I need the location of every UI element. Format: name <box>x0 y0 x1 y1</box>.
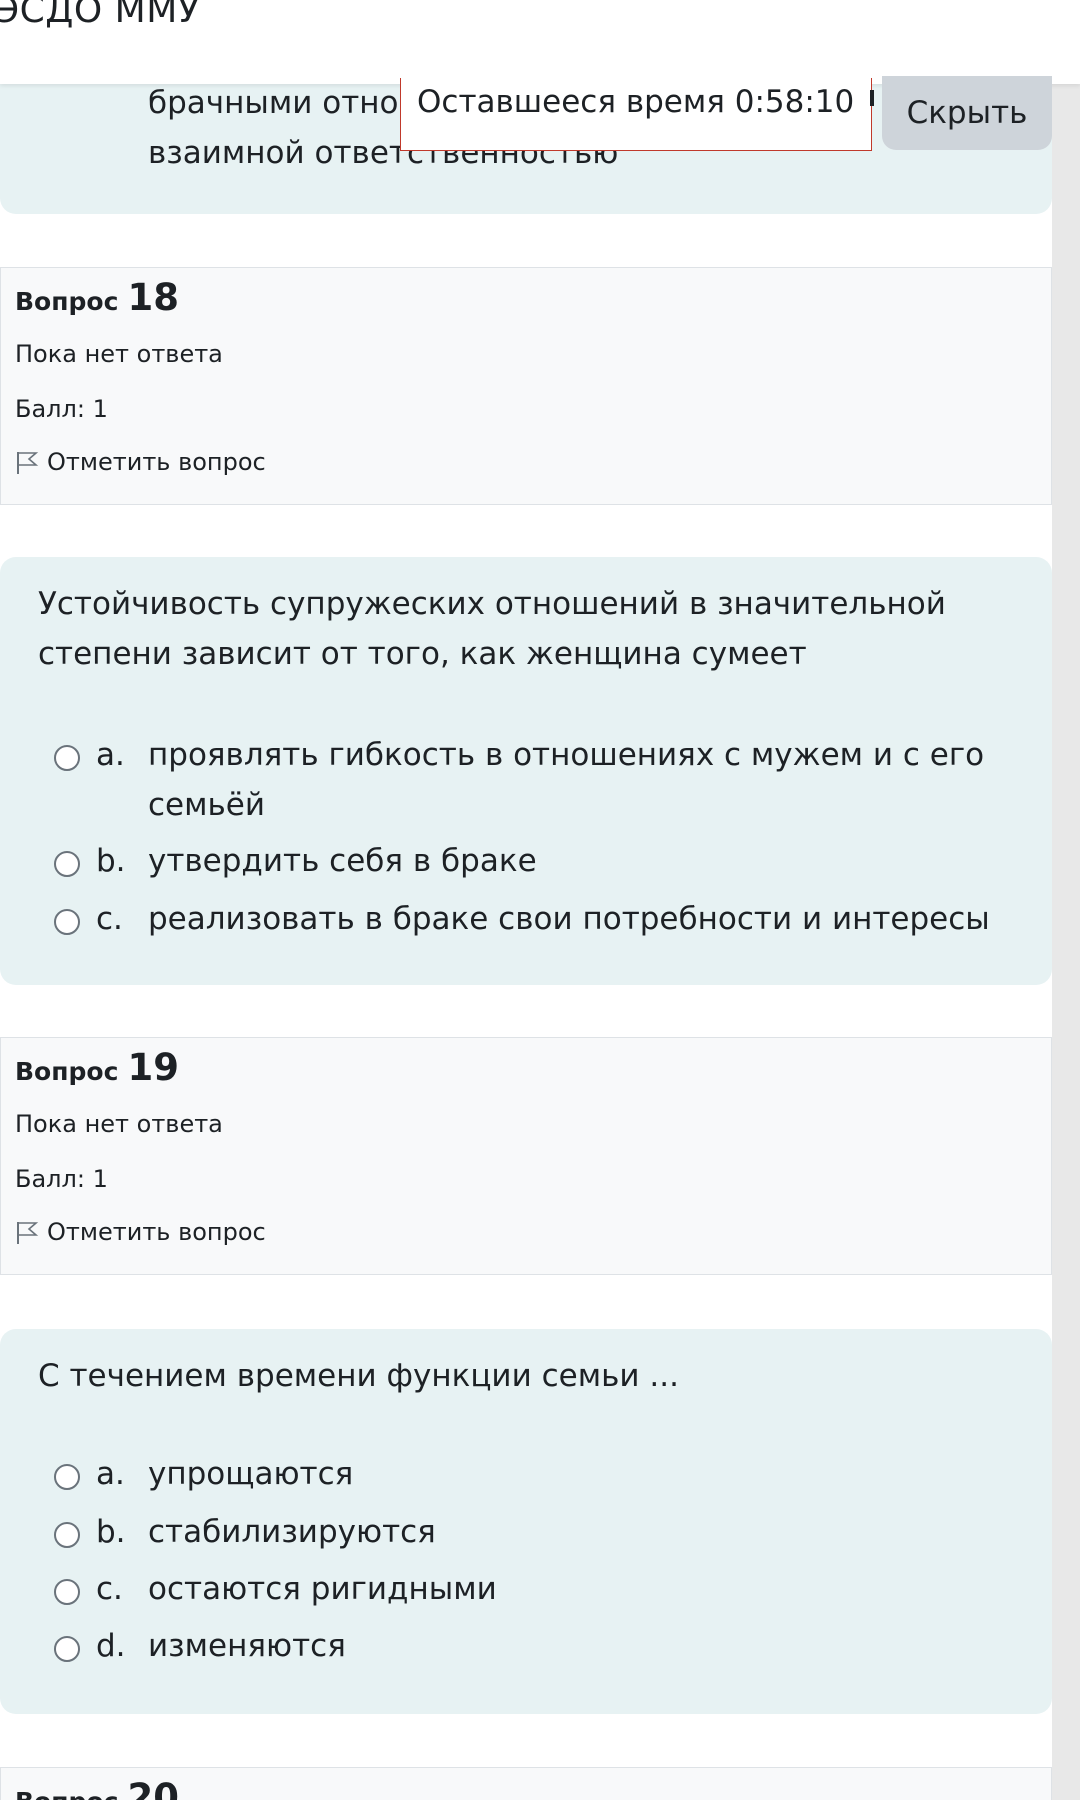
radio-unchecked-icon[interactable] <box>54 909 80 935</box>
hide-timer-button[interactable]: Скрыть <box>882 76 1052 150</box>
flag-icon <box>17 452 39 474</box>
radio-unchecked-icon[interactable] <box>54 851 80 877</box>
question-18-content: Устойчивость супружеских отношений в зна… <box>0 557 1052 985</box>
question-19-info: Вопрос 19 Пока нет ответа Балл: 1 Отмети… <box>0 1037 1052 1275</box>
timer-text: Оставшееся время 0:58:10 <box>417 84 855 120</box>
radio-unchecked-icon[interactable] <box>54 1522 80 1548</box>
question-19-text: С течением времени функции семьи ... <box>38 1358 679 1394</box>
radio-unchecked-icon[interactable] <box>54 745 80 771</box>
top-navbar: ЭСДО ММУ <box>0 0 1080 84</box>
radio-unchecked-icon[interactable] <box>54 1464 80 1490</box>
site-title[interactable]: ЭСДО ММУ <box>0 0 200 31</box>
question-18-info: Вопрос 18 Пока нет ответа Балл: 1 Отмети… <box>0 267 1052 505</box>
question-18-status: Пока нет ответа <box>15 340 223 368</box>
question-20-info: Вопрос 20 <box>0 1767 1052 1800</box>
question-20-heading: Вопрос 20 <box>15 1776 179 1800</box>
question-18-heading: Вопрос 18 <box>15 276 179 319</box>
question-19-heading: Вопрос 19 <box>15 1046 179 1089</box>
flag-icon <box>17 1222 39 1244</box>
scrollbar-thumb[interactable] <box>1052 84 1080 1800</box>
question-19-status: Пока нет ответа <box>15 1110 223 1138</box>
question-19-flag-link[interactable]: Отметить вопрос <box>15 1218 266 1246</box>
flag-label: Отметить вопрос <box>47 448 266 476</box>
quiz-timer: Оставшееся время 0:58:10 <box>400 78 872 151</box>
question-19-grade: Балл: 1 <box>15 1165 108 1193</box>
flag-label: Отметить вопрос <box>47 1218 266 1246</box>
radio-unchecked-icon[interactable] <box>54 1579 80 1605</box>
question-18-flag-link[interactable]: Отметить вопрос <box>15 448 266 476</box>
scrollbar-track[interactable] <box>1052 84 1080 1800</box>
timer-divider <box>870 90 874 106</box>
question-19-content: С течением времени функции семьи ... a. … <box>0 1329 1052 1714</box>
question-18-grade: Балл: 1 <box>15 395 108 423</box>
radio-unchecked-icon[interactable] <box>54 1636 80 1662</box>
question-18-text: Устойчивость супружеских отношений в зна… <box>38 586 946 672</box>
